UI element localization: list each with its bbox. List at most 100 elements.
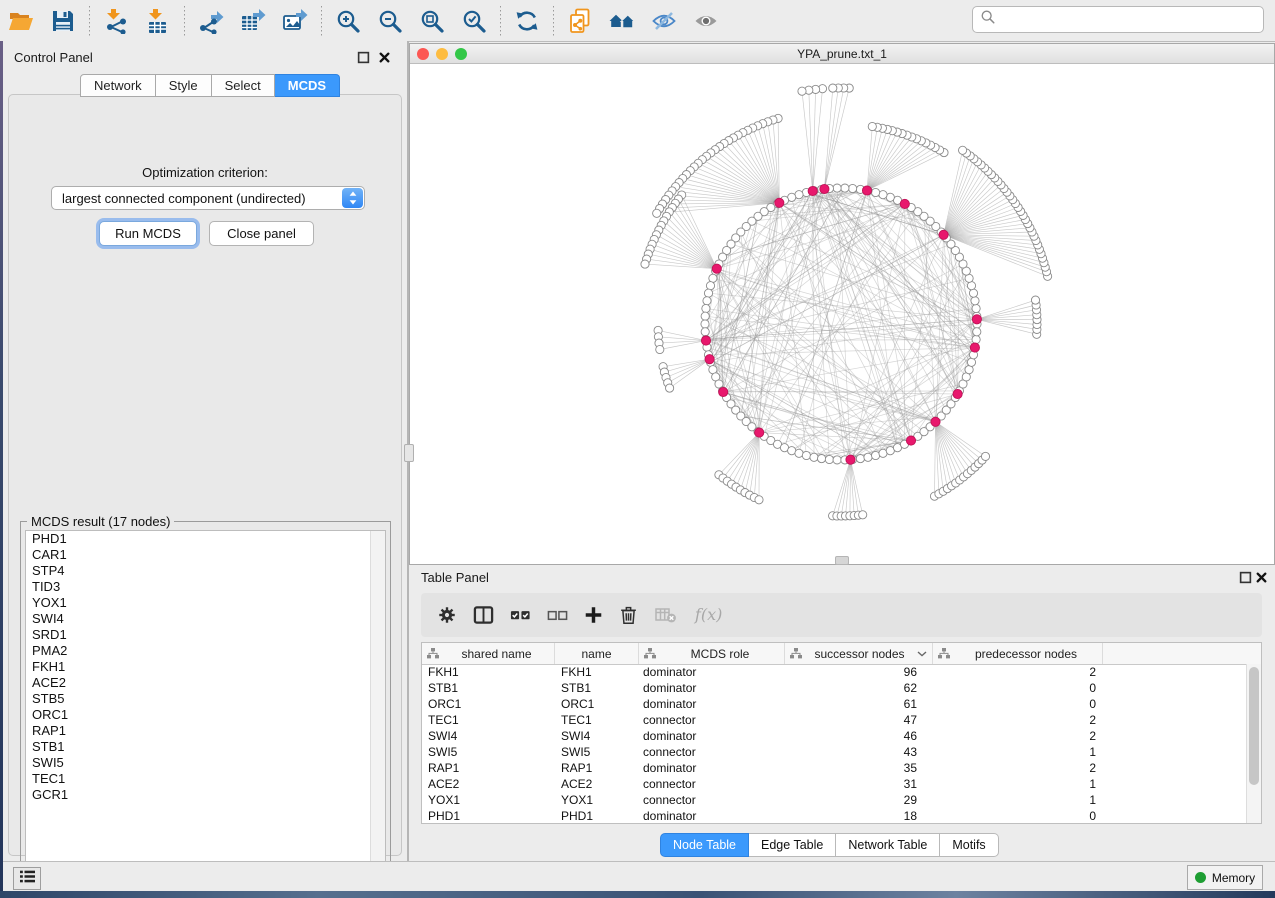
network-node[interactable] — [818, 455, 826, 463]
network-node[interactable] — [971, 297, 979, 305]
cell-MCDS-role[interactable]: dominator — [638, 680, 784, 696]
table-row[interactable]: SWI4SWI4dominator462 — [422, 728, 1247, 744]
gear-button[interactable] — [437, 603, 457, 627]
cell-successor-nodes[interactable]: 62 — [784, 680, 932, 696]
cell-successor-nodes[interactable]: 96 — [784, 664, 932, 680]
cell-name[interactable]: ACE2 — [554, 776, 638, 792]
column-header-predecessor-nodes[interactable]: predecessor nodes — [932, 643, 1102, 664]
mcds-result-list[interactable]: PHD1CAR1STP4TID3YOX1SWI4SRD1PMA2FKH1ACE2… — [25, 530, 386, 889]
network-canvas[interactable] — [410, 64, 1274, 564]
cell-predecessor-nodes[interactable]: 1 — [932, 776, 1102, 792]
tab-motifs[interactable]: Motifs — [940, 833, 998, 857]
zoom-out-button[interactable] — [375, 6, 405, 36]
duplicate-network-button[interactable] — [565, 6, 595, 36]
mcds-result-item[interactable]: RAP1 — [26, 723, 385, 739]
deselect-all-button[interactable] — [547, 603, 568, 627]
table-row[interactable]: ACE2ACE2connector311 — [422, 776, 1247, 792]
zoom-selected-button[interactable] — [459, 6, 489, 36]
mcds-hub-node[interactable] — [755, 428, 764, 437]
network-node[interactable] — [702, 304, 710, 312]
mcds-hub-node[interactable] — [775, 198, 784, 207]
mcds-hub-node[interactable] — [972, 315, 981, 324]
network-node[interactable] — [967, 358, 975, 366]
table-row[interactable]: YOX1YOX1connector291 — [422, 792, 1247, 808]
close-panel-button[interactable]: Close panel — [209, 221, 314, 246]
tab-node-table[interactable]: Node Table — [660, 833, 749, 857]
search-input[interactable] — [1000, 8, 1263, 32]
cell-successor-nodes[interactable]: 18 — [784, 808, 932, 824]
network-view-titlebar[interactable]: YPA_prune.txt_1 — [410, 44, 1274, 64]
table-scrollbar[interactable] — [1246, 664, 1261, 823]
import-table-button[interactable] — [143, 6, 173, 36]
mcds-result-item[interactable]: STP4 — [26, 563, 385, 579]
mcds-hub-node[interactable] — [906, 436, 915, 445]
network-node[interactable] — [802, 451, 810, 459]
delete-column-button[interactable] — [619, 603, 638, 627]
tab-style[interactable]: Style — [156, 74, 212, 97]
network-node[interactable] — [666, 384, 674, 392]
network-node[interactable] — [849, 184, 857, 192]
network-node[interactable] — [972, 335, 980, 343]
network-node[interactable] — [656, 345, 664, 353]
table-row[interactable]: FKH1FKH1dominator962 — [422, 664, 1247, 680]
cell-MCDS-role[interactable]: dominator — [638, 760, 784, 776]
mcds-hub-node[interactable] — [820, 184, 829, 193]
cell-successor-nodes[interactable]: 29 — [784, 792, 932, 808]
table-row[interactable]: SWI5SWI5connector431 — [422, 744, 1247, 760]
cell-name[interactable]: TEC1 — [554, 712, 638, 728]
cell-shared-name[interactable]: PHD1 — [422, 808, 554, 824]
network-node[interactable] — [972, 304, 980, 312]
network-node[interactable] — [703, 297, 711, 305]
window-zoom-button[interactable] — [455, 48, 467, 60]
mcds-list-scrollbar[interactable] — [370, 531, 385, 888]
open-session-button[interactable] — [6, 6, 36, 36]
cell-name[interactable]: YOX1 — [554, 792, 638, 808]
cell-name[interactable]: ORC1 — [554, 696, 638, 712]
cell-predecessor-nodes[interactable]: 2 — [932, 664, 1102, 680]
horizontal-splitter-handle[interactable] — [835, 556, 849, 565]
column-header-MCDS-role[interactable]: MCDS role — [638, 643, 784, 664]
save-session-button[interactable] — [48, 6, 78, 36]
mcds-hub-node[interactable] — [846, 455, 855, 464]
cell-shared-name[interactable]: RAP1 — [422, 760, 554, 776]
table-row[interactable]: PHD1PHD1dominator180 — [422, 808, 1247, 824]
mcds-hub-node[interactable] — [808, 186, 817, 195]
cell-successor-nodes[interactable]: 46 — [784, 728, 932, 744]
network-node[interactable] — [706, 282, 714, 290]
cell-name[interactable]: PHD1 — [554, 808, 638, 824]
float-icon[interactable] — [357, 51, 370, 64]
export-image-button[interactable] — [280, 6, 310, 36]
table-row[interactable]: TEC1TEC1connector472 — [422, 712, 1247, 728]
mcds-result-item[interactable]: FKH1 — [26, 659, 385, 675]
cell-predecessor-nodes[interactable]: 2 — [932, 760, 1102, 776]
cell-shared-name[interactable]: FKH1 — [422, 664, 554, 680]
cell-predecessor-nodes[interactable]: 1 — [932, 792, 1102, 808]
mcds-hub-node[interactable] — [900, 199, 909, 208]
cell-name[interactable]: RAP1 — [554, 760, 638, 776]
mcds-hub-node[interactable] — [705, 355, 714, 364]
cell-MCDS-role[interactable]: connector — [638, 712, 784, 728]
mcds-result-item[interactable]: GCR1 — [26, 787, 385, 803]
cell-predecessor-nodes[interactable]: 0 — [932, 808, 1102, 824]
cell-successor-nodes[interactable]: 35 — [784, 760, 932, 776]
network-node[interactable] — [841, 184, 849, 192]
mcds-hub-node[interactable] — [931, 417, 940, 426]
mcds-result-item[interactable]: YOX1 — [26, 595, 385, 611]
search-box[interactable] — [972, 6, 1264, 33]
mcds-hub-node[interactable] — [939, 230, 948, 239]
cell-successor-nodes[interactable]: 61 — [784, 696, 932, 712]
cell-predecessor-nodes[interactable]: 0 — [932, 680, 1102, 696]
network-node[interactable] — [967, 282, 975, 290]
run-mcds-button[interactable]: Run MCDS — [99, 221, 197, 246]
network-node[interactable] — [859, 511, 867, 519]
memory-button[interactable]: Memory — [1187, 865, 1263, 890]
mcds-result-item[interactable]: TID3 — [26, 579, 385, 595]
home-view-button[interactable] — [607, 6, 637, 36]
tab-network-table[interactable]: Network Table — [836, 833, 940, 857]
column-header-name[interactable]: name — [554, 643, 638, 664]
float-icon[interactable] — [1239, 571, 1252, 584]
hide-selected-button[interactable] — [649, 6, 679, 36]
cell-MCDS-role[interactable]: dominator — [638, 808, 784, 824]
mcds-result-item[interactable]: CAR1 — [26, 547, 385, 563]
network-node[interactable] — [872, 451, 880, 459]
